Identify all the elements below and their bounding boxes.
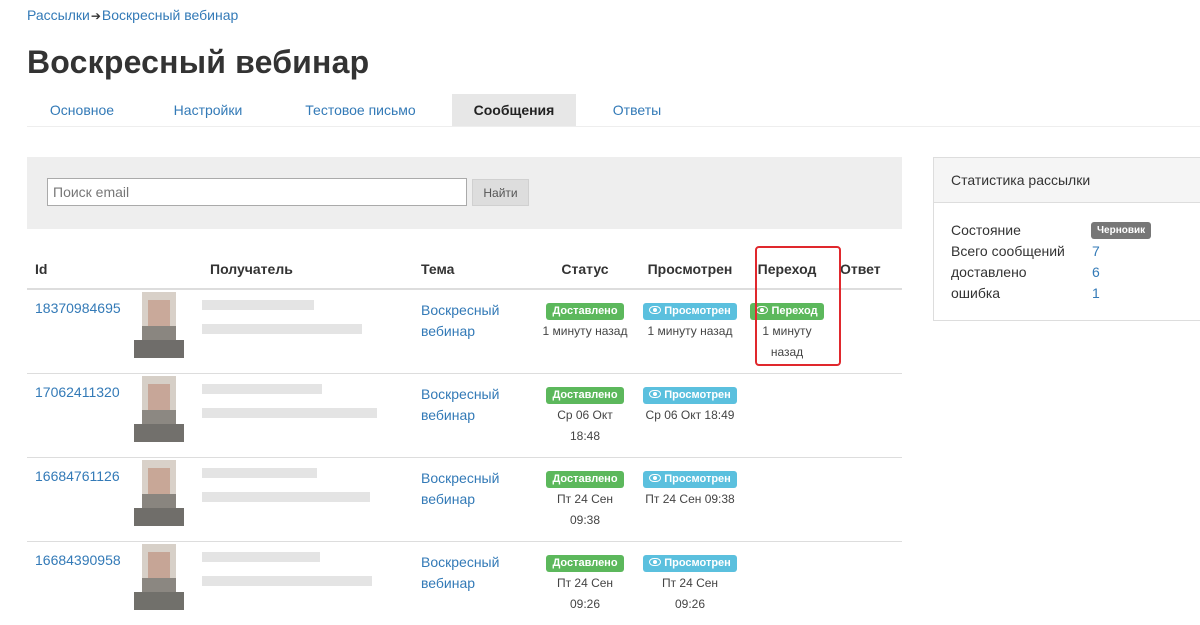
click-badge: Переход bbox=[750, 303, 823, 320]
reply-cell bbox=[832, 542, 902, 625]
breadcrumb: Рассылки➔Воскресный вебинар bbox=[27, 7, 238, 23]
delivered-badge: Доставлено bbox=[546, 555, 623, 572]
table-row: 16684390958 Воскресный вебинар Доставлен… bbox=[27, 542, 902, 625]
header-avatar bbox=[134, 250, 202, 289]
viewed-time: Пт 24 Сен 09:38 bbox=[638, 489, 742, 510]
breadcrumb-separator-icon: ➔ bbox=[91, 9, 101, 23]
click-time: 1 минуту назад bbox=[742, 321, 832, 363]
viewed-badge: Просмотрен bbox=[643, 471, 737, 488]
tab-replies[interactable]: Ответы bbox=[593, 94, 681, 126]
search-button[interactable]: Найти bbox=[472, 179, 529, 206]
tab-bar: Основное Настройки Тестовое письмо Сообщ… bbox=[27, 94, 1200, 127]
viewed-badge: Просмотрен bbox=[643, 555, 737, 572]
table-row: 17062411320 Воскресный вебинар Доставлен… bbox=[27, 374, 902, 458]
stat-delivered-label: доставлено bbox=[951, 264, 1027, 280]
eye-icon bbox=[756, 306, 768, 314]
topic-link[interactable]: Воскресный вебинар bbox=[421, 552, 524, 594]
recipient-blurred bbox=[202, 300, 413, 366]
viewed-badge: Просмотрен bbox=[643, 303, 737, 320]
tab-settings[interactable]: Настройки bbox=[153, 94, 263, 126]
table-header-row: Id Получатель Тема Статус Просмотрен Пер… bbox=[27, 250, 902, 289]
stat-state: Состояние Черновик bbox=[951, 220, 1200, 241]
avatar bbox=[134, 376, 184, 442]
stats-title: Статистика рассылки bbox=[934, 158, 1200, 203]
delivered-badge: Доставлено bbox=[546, 387, 623, 404]
recipient-blurred bbox=[202, 384, 413, 450]
message-id-link[interactable]: 17062411320 bbox=[35, 384, 120, 400]
message-id-link[interactable]: 16684390958 bbox=[35, 552, 121, 568]
topic-link[interactable]: Воскресный вебинар bbox=[421, 300, 524, 342]
breadcrumb-current-link[interactable]: Воскресный вебинар bbox=[102, 7, 238, 23]
message-id-link[interactable]: 16684761126 bbox=[35, 468, 120, 484]
viewed-badge-label: Просмотрен bbox=[664, 305, 731, 317]
page-title: Воскресный вебинар bbox=[27, 44, 369, 81]
status-time: Пт 24 Сен 09:26 bbox=[532, 573, 638, 615]
eye-icon bbox=[649, 306, 661, 314]
eye-icon bbox=[649, 390, 661, 398]
stat-total-link[interactable]: 7 bbox=[1092, 243, 1100, 259]
avatar bbox=[134, 292, 184, 358]
viewed-time: Пт 24 Сен 09:26 bbox=[638, 573, 742, 615]
viewed-badge-label: Просмотрен bbox=[664, 389, 731, 401]
tab-main[interactable]: Основное bbox=[27, 94, 137, 126]
draft-badge: Черновик bbox=[1091, 222, 1151, 239]
recipient-blurred bbox=[202, 468, 413, 534]
recipient-blurred bbox=[202, 552, 413, 618]
reply-cell bbox=[832, 458, 902, 542]
delivered-badge: Доставлено bbox=[546, 471, 623, 488]
stat-total: Всего сообщений 7 bbox=[951, 241, 1200, 262]
topic-link[interactable]: Воскресный вебинар bbox=[421, 384, 524, 426]
viewed-time: Ср 06 Окт 18:49 bbox=[638, 405, 742, 426]
header-viewed[interactable]: Просмотрен bbox=[638, 250, 742, 289]
stat-delivered: доставлено 6 bbox=[951, 262, 1200, 283]
avatar bbox=[134, 544, 184, 610]
header-recipient[interactable]: Получатель bbox=[202, 250, 413, 289]
header-status[interactable]: Статус bbox=[532, 250, 638, 289]
stat-error-link[interactable]: 1 bbox=[1092, 285, 1100, 301]
stat-error-label: ошибка bbox=[951, 285, 1000, 301]
tab-messages[interactable]: Сообщения bbox=[452, 94, 576, 126]
status-time: Ср 06 Окт 18:48 bbox=[532, 405, 638, 447]
status-time: 1 минуту назад bbox=[532, 321, 638, 342]
delivered-badge: Доставлено bbox=[546, 303, 623, 320]
reply-cell bbox=[832, 374, 902, 458]
avatar bbox=[134, 460, 184, 526]
breadcrumb-parent-link[interactable]: Рассылки bbox=[27, 7, 90, 23]
search-panel: Найти bbox=[27, 157, 902, 229]
click-cell bbox=[742, 458, 832, 542]
viewed-badge-label: Просмотрен bbox=[664, 557, 731, 569]
message-id-link[interactable]: 18370984695 bbox=[35, 300, 121, 316]
click-cell bbox=[742, 374, 832, 458]
stat-state-label: Состояние bbox=[951, 222, 1021, 238]
search-input[interactable] bbox=[47, 178, 467, 206]
stats-panel: Статистика рассылки Состояние Черновик В… bbox=[933, 157, 1200, 321]
topic-link[interactable]: Воскресный вебинар bbox=[421, 468, 524, 510]
table-row: 18370984695 Воскресный вебинар Доставлен… bbox=[27, 289, 902, 374]
header-id[interactable]: Id bbox=[27, 250, 134, 289]
stat-delivered-link[interactable]: 6 bbox=[1092, 264, 1100, 280]
viewed-badge-label: Просмотрен bbox=[664, 473, 731, 485]
tab-test-letter[interactable]: Тестовое письмо bbox=[283, 94, 438, 126]
eye-icon bbox=[649, 474, 661, 482]
table-row: 16684761126 Воскресный вебинар Доставлен… bbox=[27, 458, 902, 542]
status-time: Пт 24 Сен 09:38 bbox=[532, 489, 638, 531]
click-cell bbox=[742, 542, 832, 625]
viewed-badge: Просмотрен bbox=[643, 387, 737, 404]
viewed-time: 1 минуту назад bbox=[638, 321, 742, 342]
messages-table: Id Получатель Тема Статус Просмотрен Пер… bbox=[27, 250, 902, 625]
header-reply[interactable]: Ответ bbox=[832, 250, 902, 289]
eye-icon bbox=[649, 558, 661, 566]
header-topic[interactable]: Тема bbox=[413, 250, 532, 289]
reply-cell bbox=[832, 289, 902, 374]
stat-error: ошибка 1 bbox=[951, 283, 1200, 304]
header-click[interactable]: Переход bbox=[742, 250, 832, 289]
stat-total-label: Всего сообщений bbox=[951, 243, 1065, 259]
click-badge-label: Переход bbox=[771, 305, 817, 317]
